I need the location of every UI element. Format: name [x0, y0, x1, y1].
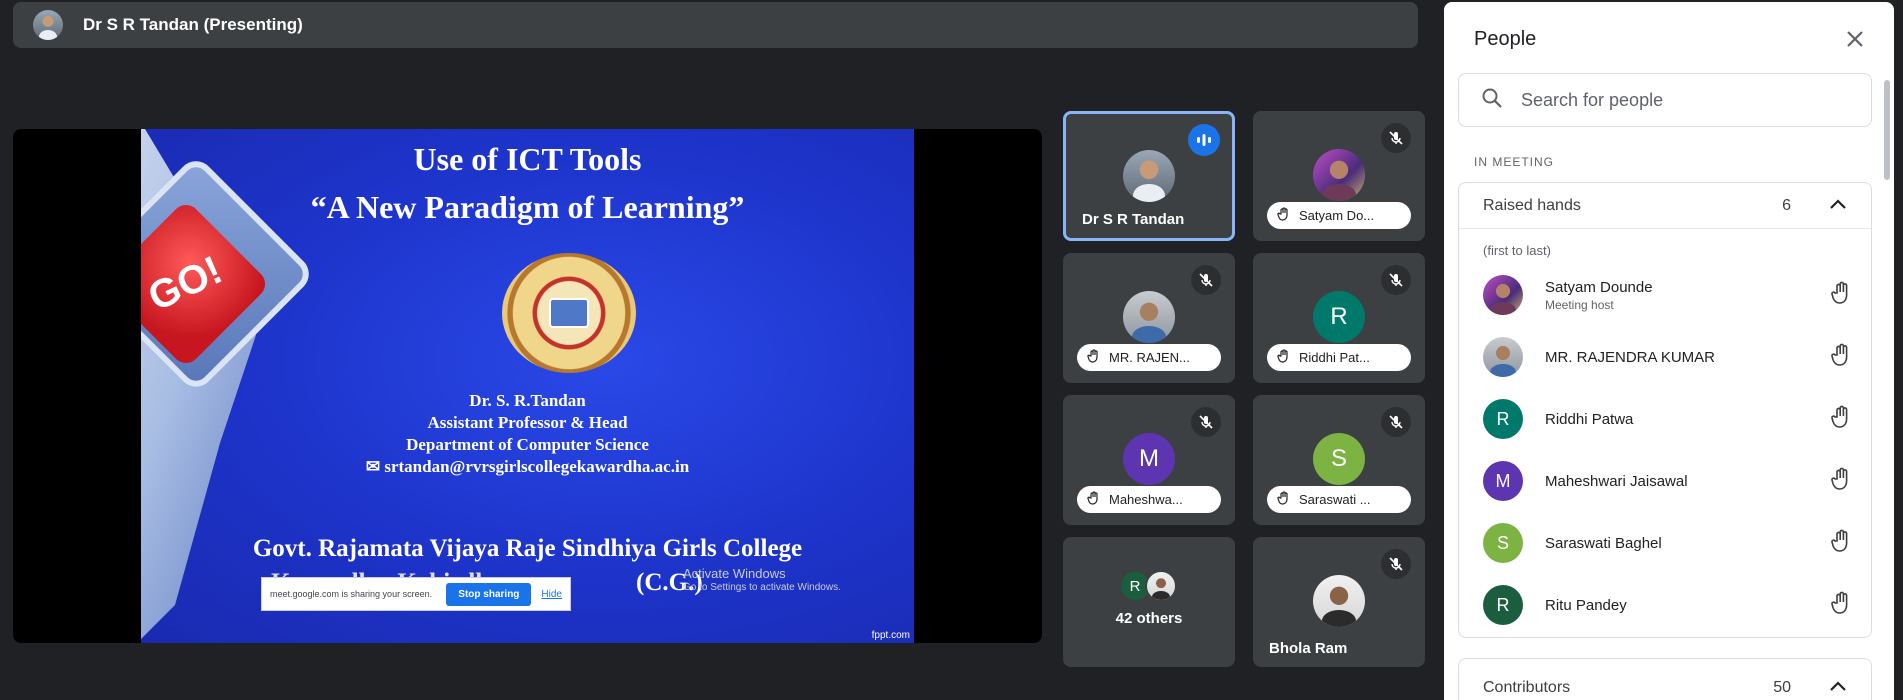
raised-hands-hint: (first to last)	[1483, 243, 1551, 258]
slide-email: ✉ srtandan@rvrsgirlscollegekawardha.ac.i…	[365, 457, 690, 476]
avatar	[1483, 275, 1523, 315]
others-count: 42 others	[1115, 610, 1183, 627]
avatar: S	[1483, 523, 1523, 563]
slide-author: Dr. S. R.Tandan	[469, 391, 586, 410]
chevron-up-icon[interactable]	[1829, 197, 1847, 215]
search-placeholder: Search for people	[1521, 89, 1664, 110]
raised-hand-icon	[1277, 491, 1291, 508]
raised-hand-icon[interactable]	[1831, 467, 1853, 496]
panel-scrollbar[interactable]	[1884, 80, 1890, 180]
search-icon	[1481, 87, 1503, 114]
activate-windows-watermark: Activate Windows Go to Settings to activ…	[683, 566, 841, 593]
raised-hand-icon	[1087, 491, 1101, 508]
avatar	[1123, 150, 1175, 202]
person-role: Meeting host	[1545, 297, 1614, 312]
presentation-stage[interactable]: GO! Use of ICT Tools “A New Paradigm of …	[13, 129, 1042, 643]
participant-name-chip: Riddhi Pat...	[1267, 344, 1411, 371]
person-name: Saraswati Baghel	[1545, 534, 1662, 552]
others-tile[interactable]: R 42 others	[1063, 537, 1235, 667]
avatar: M	[1483, 461, 1523, 501]
participant-name-chip: Maheshwa...	[1077, 486, 1221, 513]
person-name: Riddhi Patwa	[1545, 410, 1634, 428]
list-item[interactable]: Satyam Dounde Meeting host	[1459, 264, 1871, 326]
list-item[interactable]: M Maheshwari Jaisawal	[1459, 450, 1871, 512]
slide-footer: fppt.com	[871, 630, 910, 641]
mic-off-icon	[1191, 265, 1221, 295]
others-avatars: R	[1119, 570, 1177, 602]
raised-hand-icon[interactable]	[1831, 529, 1853, 558]
list-item[interactable]: R Ritu Pandey	[1459, 574, 1871, 636]
stop-sharing-button[interactable]: Stop sharing	[446, 582, 532, 606]
participant-name-chip: Satyam Do...	[1267, 202, 1411, 229]
mic-off-icon	[1191, 407, 1221, 437]
raised-hand-icon[interactable]	[1831, 405, 1853, 434]
person-name: Ritu Pandey	[1545, 596, 1627, 614]
participant-tile[interactable]: MR. RAJEN...	[1063, 253, 1235, 383]
list-item[interactable]: MR. RAJENDRA KUMAR	[1459, 326, 1871, 388]
participant-tile[interactable]: M Maheshwa...	[1063, 395, 1235, 525]
slide-department: Department of Computer Science	[406, 435, 649, 454]
participant-name: Bhola Ram	[1269, 640, 1348, 657]
search-input[interactable]: Search for people	[1458, 73, 1872, 127]
avatar	[1145, 570, 1177, 602]
college-seal-logo	[502, 253, 636, 373]
slide-college: Govt. Rajamata Vijaya Raje Sindhiya Girl…	[252, 535, 803, 562]
panel-title: People	[1474, 28, 1537, 50]
participant-name-chip: MR. RAJEN...	[1077, 344, 1221, 371]
raised-hand-icon	[1087, 349, 1101, 366]
person-name: MR. RAJENDRA KUMAR	[1545, 348, 1716, 366]
contributors-count: 50	[1773, 679, 1791, 696]
avatar: R	[1313, 291, 1365, 343]
participant-tile[interactable]: R Riddhi Pat...	[1253, 253, 1425, 383]
raised-hands-count: 6	[1782, 196, 1791, 214]
raised-hands-label: Raised hands	[1483, 196, 1581, 214]
close-icon[interactable]	[1842, 26, 1868, 52]
mic-off-icon	[1381, 407, 1411, 437]
mic-off-icon	[1381, 265, 1411, 295]
hide-link[interactable]: Hide	[541, 589, 562, 600]
speaking-indicator-icon	[1188, 124, 1220, 156]
slide-position: Assistant Professor & Head	[427, 413, 628, 432]
mic-off-icon	[1381, 123, 1411, 153]
contributors-label: Contributors	[1483, 679, 1571, 696]
list-item[interactable]: S Saraswati Baghel	[1459, 512, 1871, 574]
raised-hand-icon[interactable]	[1831, 591, 1853, 620]
participant-name-chip: Saraswati ...	[1267, 486, 1411, 513]
avatar: S	[1313, 433, 1365, 485]
person-name: Maheshwari Jaisawal	[1545, 472, 1688, 490]
section-heading: IN MEETING	[1474, 155, 1555, 169]
avatar: R	[1483, 585, 1523, 625]
participant-tile[interactable]: Dr S R Tandan	[1063, 111, 1235, 241]
presenter-title: Dr S R Tandan (Presenting)	[83, 15, 303, 34]
list-item[interactable]: R Riddhi Patwa	[1459, 388, 1871, 450]
participant-name: Dr S R Tandan	[1082, 211, 1185, 228]
avatar	[1123, 291, 1175, 343]
participant-tile[interactable]: Bhola Ram	[1253, 537, 1425, 667]
avatar: M	[1123, 433, 1175, 485]
slide-title: Use of ICT Tools	[413, 141, 642, 177]
people-panel: People Search for people IN MEETING Rais…	[1444, 2, 1894, 700]
raised-hand-icon[interactable]	[1831, 281, 1853, 310]
contributors-header[interactable]: Contributors 50	[1458, 658, 1872, 700]
raised-hands-header[interactable]: Raised hands 6	[1459, 183, 1871, 229]
slide-subtitle: “A New Paradigm of Learning”	[310, 189, 745, 225]
mic-off-icon	[1381, 549, 1411, 579]
presenter-avatar	[33, 10, 63, 40]
raised-hands-group: Raised hands 6 (first to last) Satyam Do…	[1458, 182, 1872, 638]
screen-sharing-bar: meet.google.com is sharing your screen. …	[261, 577, 571, 611]
presenter-bar: Dr S R Tandan (Presenting)	[13, 2, 1418, 48]
person-name: Satyam Dounde	[1545, 278, 1653, 296]
raised-hand-icon	[1277, 207, 1291, 224]
participant-tile[interactable]: Satyam Do...	[1253, 111, 1425, 241]
sharing-text: meet.google.com is sharing your screen.	[270, 589, 433, 599]
raised-hand-icon	[1277, 349, 1291, 366]
avatar: R	[1483, 399, 1523, 439]
participant-tile[interactable]: S Saraswati ...	[1253, 395, 1425, 525]
mail-icon: ✉	[365, 457, 385, 476]
avatar	[1313, 575, 1365, 627]
chevron-up-icon[interactable]	[1829, 679, 1847, 697]
avatar	[1483, 337, 1523, 377]
avatar	[1313, 149, 1365, 201]
raised-hand-icon[interactable]	[1831, 343, 1853, 372]
